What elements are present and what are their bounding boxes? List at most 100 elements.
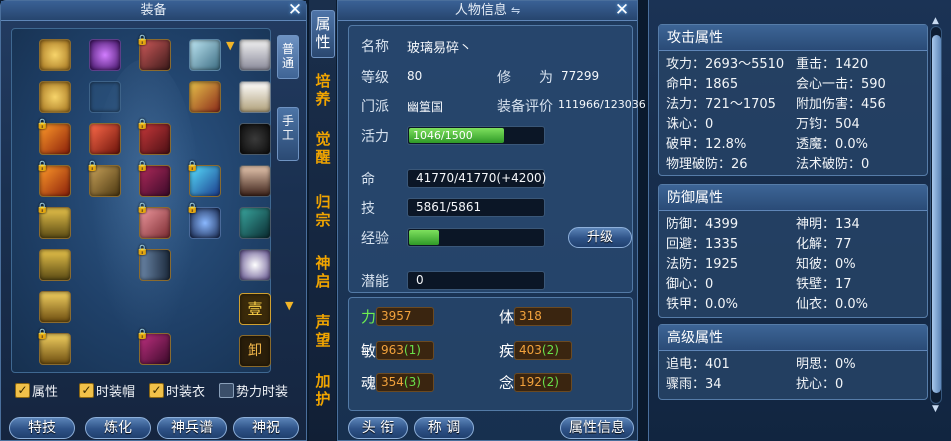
scrollbar[interactable] — [930, 26, 942, 404]
close-icon[interactable]: ✕ — [285, 1, 305, 21]
level-label: 等级 — [361, 70, 389, 86]
attr-soul-value: 354(3) — [376, 373, 434, 392]
attr-agility-label: 敏 — [361, 342, 377, 360]
equipment-slot[interactable] — [89, 39, 121, 71]
defense-section: 防御属性 防御：4399 神明：134 回避：1335 化解：77 法防：1925 知彼：… — [658, 184, 928, 318]
close-icon[interactable]: ✕ — [612, 1, 632, 21]
scroll-down-icon[interactable]: ▼ — [932, 404, 939, 414]
equipment-slot[interactable]: 🔒 — [186, 161, 221, 197]
equipment-slot[interactable]: 🔒 — [36, 119, 71, 155]
attr-mind-label: 念 — [499, 374, 515, 392]
equipment-title: 装备 — [1, 1, 306, 21]
lock-icon: 🔒 — [136, 203, 149, 214]
tab-awaken[interactable]: 觉醒 — [311, 130, 335, 170]
equipment-slot[interactable] — [239, 207, 271, 239]
unequip-badge[interactable]: 卸 — [239, 335, 271, 367]
seal-badge[interactable]: 壹 — [239, 293, 271, 325]
lock-icon: 🔒 — [36, 329, 49, 340]
attr-agility-value: 963(1) — [376, 341, 434, 360]
attribute-stat: 法术破防：0 — [796, 157, 870, 172]
equipment-slot[interactable] — [189, 39, 221, 71]
advanced-section: 高级属性 追电：401 明思：0% 骤雨：34 扰心：0 — [658, 324, 928, 400]
equipment-slot[interactable]: 🔒 — [136, 161, 171, 197]
tab-reputation[interactable]: 声望 — [311, 313, 335, 353]
equipment-slot[interactable]: 🔒 — [136, 119, 171, 155]
lock-icon: 🔒 — [36, 119, 49, 130]
attr-strength-value: 3957 — [376, 307, 434, 326]
equipment-slot[interactable] — [189, 81, 221, 113]
special-skill-button[interactable]: 特技 — [9, 417, 75, 439]
attribute-stat: 回避：1335 — [666, 237, 739, 252]
equipment-slot[interactable]: 🔒 — [186, 203, 221, 239]
scroll-up-icon[interactable]: ▼ — [226, 39, 234, 52]
tab-protection[interactable]: 加护 — [311, 372, 335, 412]
hp-field: 41770/41770(+4200) — [407, 169, 546, 188]
blessing-button[interactable]: 神祝 — [233, 417, 299, 439]
weapon-atlas-button[interactable]: 神兵谱 — [157, 417, 227, 439]
equipment-slot[interactable]: 🔒 — [136, 203, 171, 239]
appellation-button[interactable]: 称 调 — [414, 417, 474, 439]
equipment-slot[interactable]: 🔒 — [136, 245, 171, 281]
attack-section-title: 攻击属性 — [659, 25, 927, 51]
tab-return-sect[interactable]: 归宗 — [311, 193, 335, 233]
equipment-slot[interactable]: 🔒 — [136, 329, 171, 365]
scroll-up-icon[interactable]: ▲ — [932, 16, 939, 26]
equipment-slot[interactable] — [239, 165, 271, 197]
upgrade-button[interactable]: 升级 — [568, 227, 632, 248]
attr-soul-label: 魂 — [361, 374, 377, 392]
lock-icon: 🔒 — [136, 161, 149, 172]
cultivation-label: 修 为 — [497, 70, 553, 86]
equipment-slot[interactable]: 🔒 — [36, 329, 71, 365]
attribute-stat: 追电：401 — [666, 357, 730, 372]
attack-section: 攻击属性 攻力：2693～5510 重击：1420 命中：1865 会心一击：590 法… — [658, 24, 928, 176]
faction-label: 门派 — [361, 99, 389, 115]
equipment-slot[interactable] — [239, 249, 271, 281]
attribute-stat: 会心一击：590 — [796, 77, 886, 92]
attribute-stat: 化解：77 — [796, 237, 852, 252]
base-attributes-card: 力 3957 体 318 敏 963(1) 疾 403(2) 魂 354(3) … — [348, 297, 633, 411]
equipment-slot[interactable] — [39, 81, 71, 113]
equipment-slot[interactable] — [89, 123, 121, 155]
equipment-slot[interactable] — [239, 123, 271, 155]
attribute-info-button[interactable]: 属性信息 — [560, 417, 634, 439]
attribute-stat: 透魔：0.0% — [796, 137, 869, 152]
potential-label: 潜能 — [361, 274, 389, 290]
equipment-slot[interactable]: 🔒 — [136, 35, 171, 71]
tab-divine-revelation[interactable]: 神启 — [311, 254, 335, 294]
equipment-slot[interactable] — [239, 39, 271, 71]
checkbox-attributes[interactable]: ✓ 属性 — [15, 380, 58, 400]
checkbox-faction-fashion[interactable]: 势力时装 — [219, 380, 288, 400]
title-button[interactable]: 头 衔 — [348, 417, 408, 439]
tab-handcraft[interactable]: 手工 — [277, 107, 299, 161]
empty-slot[interactable] — [89, 81, 121, 113]
attribute-stat: 物理破防：26 — [666, 157, 748, 172]
tab-cultivate[interactable]: 培养 — [311, 72, 335, 112]
equipment-slot[interactable] — [239, 81, 271, 113]
attr-body-label: 体 — [499, 308, 515, 326]
exp-label: 经验 — [361, 231, 389, 247]
attribute-stat: 铁甲：0.0% — [666, 297, 739, 312]
checkbox-empty-icon — [219, 382, 234, 398]
equipment-slot[interactable] — [39, 249, 71, 281]
swap-icon[interactable]: ⇋ — [511, 4, 520, 17]
equipment-slot[interactable]: 🔒 — [36, 161, 71, 197]
equipment-grid: 🔒 🔒 🔒 🔒 🔒 🔒 🔒 🔒 🔒 🔒 🔒 🔒 🔒 壹 卸 — [11, 28, 271, 373]
checkbox-fashion-clothes[interactable]: ✓ 时装衣 — [149, 380, 205, 400]
cultivation-value: 77299 — [561, 69, 600, 83]
equipment-slot[interactable]: 🔒 — [86, 161, 121, 197]
equipment-slot[interactable] — [39, 291, 71, 323]
exp-bar-fill — [409, 230, 439, 245]
refine-button[interactable]: 炼化 — [85, 417, 151, 439]
equipment-slot[interactable]: 🔒 — [36, 203, 71, 239]
checkbox-fashion-hat[interactable]: ✓ 时装帽 — [79, 380, 135, 400]
info-title: 人物信息 ⇋ — [338, 1, 637, 21]
scroll-down-icon[interactable]: ▼ — [285, 299, 293, 312]
lock-icon: 🔒 — [136, 35, 149, 46]
lock-icon: 🔒 — [186, 203, 199, 214]
exp-bar — [407, 228, 545, 247]
equipment-slot[interactable] — [39, 39, 71, 71]
tab-normal[interactable]: 普通 — [277, 35, 299, 79]
tab-attributes[interactable]: 属性 — [311, 10, 335, 58]
attribute-stat: 法力：721～1705 — [666, 97, 776, 112]
scrollbar-thumb[interactable] — [932, 35, 941, 393]
